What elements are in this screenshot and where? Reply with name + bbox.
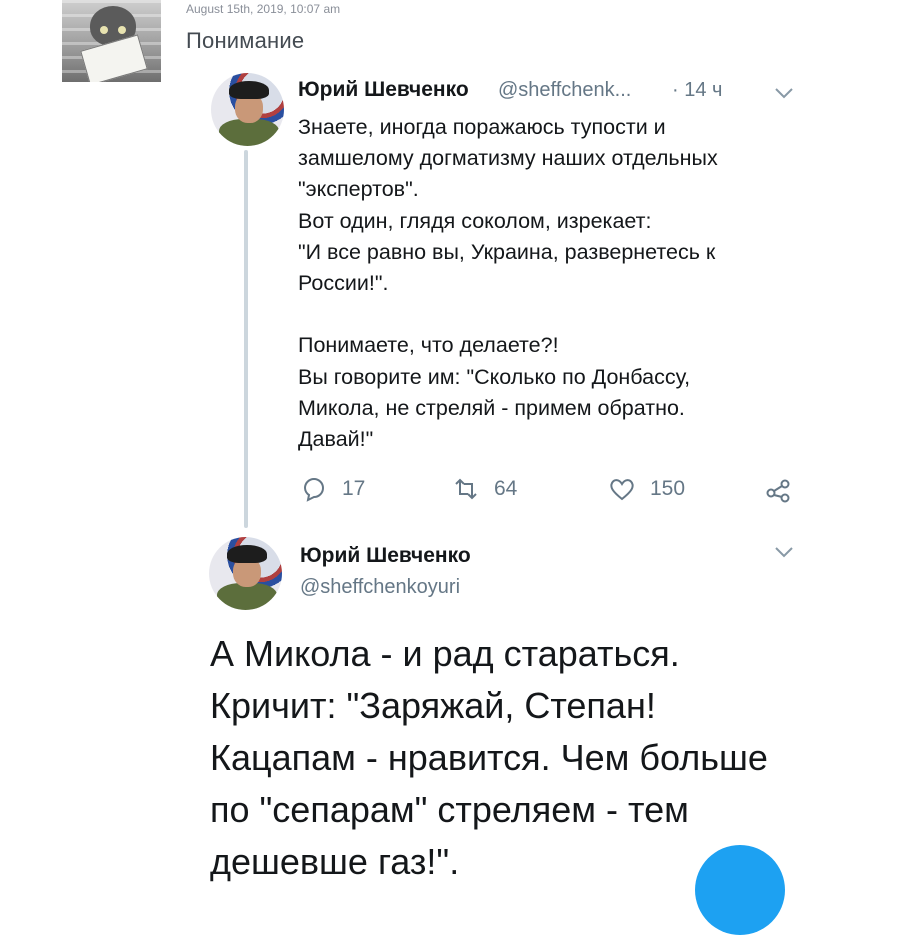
reply-count: 17 [342,477,366,500]
compose-fab-button[interactable] [695,845,785,935]
retweet-count: 64 [494,477,518,500]
avatar-beret [229,81,269,99]
retweet-button[interactable]: 64 [452,475,517,503]
like-button[interactable]: 150 [608,475,685,503]
post-author-avatar[interactable] [62,0,161,82]
tweet2-avatar[interactable] [209,537,282,610]
cat-eye-left [100,26,108,34]
tweet1-text: Знаете, иногда поражаюсь тупости и замше… [298,115,718,452]
tweet1-author-handle[interactable]: @sheffchenk... [498,79,631,102]
tweet2-author-handle[interactable]: @sheffchenkoyuri [300,576,460,599]
like-count: 150 [650,477,686,500]
cat-eye-right [118,26,126,34]
reply-button[interactable]: 17 [300,475,365,503]
avatar-body [217,583,277,610]
tweet2-text: А Микола - и рад стараться. Кричит: "Зар… [210,633,768,882]
tweet1-author-name[interactable]: Юрий Шевченко [298,78,469,102]
chevron-down-icon[interactable] [774,545,794,559]
share-icon [766,479,790,503]
chevron-down-icon[interactable] [774,86,794,100]
tweet2-author-name[interactable]: Юрий Шевченко [300,544,471,568]
share-button[interactable] [764,475,792,503]
retweet-icon [455,478,477,500]
post-date: August 15th, 2019, 10:07 am [186,2,341,16]
tweet1-avatar[interactable] [211,73,284,146]
reply-icon [303,478,324,502]
tweet1-action-bar: 17 64 150 [298,475,798,507]
post-title[interactable]: Понимание [186,28,304,54]
like-icon [610,479,634,501]
tweet1-timestamp[interactable]: · 14 ч [672,79,722,102]
avatar-beret [227,545,267,563]
avatar-body [219,119,279,146]
thread-connector-line [244,150,248,528]
